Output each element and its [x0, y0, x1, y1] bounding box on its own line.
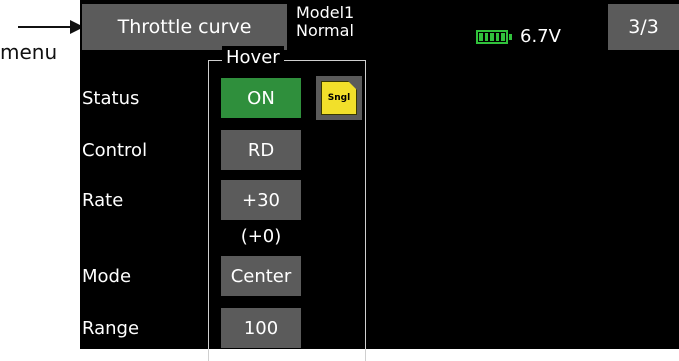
transmitter-screen: Throttle curve Model1 Normal 6.7V 3/3 Ho… [80, 0, 679, 361]
sngl-button[interactable]: Sngl [316, 76, 362, 120]
rate-offset-value: (+0) [240, 226, 282, 247]
sngl-icon: Sngl [321, 81, 357, 115]
range-button[interactable]: 100 [221, 308, 301, 348]
battery-voltage: 6.7V [520, 26, 561, 47]
control-button[interactable]: RD [221, 130, 301, 170]
condition-name: Normal [296, 21, 354, 40]
mode-label: Mode [82, 266, 132, 287]
mode-button[interactable]: Center [221, 256, 301, 296]
range-label: Range [82, 318, 140, 339]
status-label: Status [82, 88, 140, 109]
control-label: Control [82, 140, 148, 161]
model-info: Model1 Normal [296, 4, 354, 40]
menu-title-button[interactable]: Throttle curve [82, 4, 287, 50]
page-button[interactable]: 3/3 [608, 4, 679, 50]
callout-label: menu [0, 40, 58, 64]
arrow-right-icon [18, 20, 84, 34]
model-name: Model1 [296, 3, 355, 22]
rate-label: Rate [82, 190, 124, 211]
rate-button[interactable]: +30 [221, 180, 301, 220]
battery-icon [476, 30, 512, 44]
hover-group-title: Hover [222, 46, 284, 70]
status-button[interactable]: ON [221, 78, 301, 118]
